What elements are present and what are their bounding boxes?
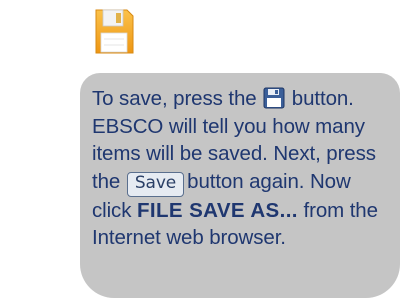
instruction-line-6: Internet web browser. bbox=[92, 226, 286, 249]
instruction-line-2: EBSCO will tell you how many bbox=[92, 114, 365, 138]
instruction-callout: To save, press the button. EBSCO will te… bbox=[80, 73, 400, 298]
floppy-disk-icon bbox=[94, 9, 134, 55]
instruction-line-5: click FILE SAVE AS... from the bbox=[92, 197, 392, 225]
instruction-text: the bbox=[92, 169, 121, 193]
save-button[interactable]: Save bbox=[126, 171, 185, 197]
instruction-line-1: To save, press the button. bbox=[92, 85, 392, 113]
instruction-text: button again. Now bbox=[187, 169, 351, 193]
instruction-line-3: items will be saved. Next, press bbox=[92, 142, 376, 165]
instruction-text: button. bbox=[291, 87, 354, 110]
instruction-line-4: the Save button again. Now bbox=[92, 168, 392, 197]
instruction-text: from the bbox=[303, 198, 379, 222]
file-save-as-command: FILE SAVE AS... bbox=[136, 198, 298, 222]
floppy-disk-icon bbox=[263, 87, 285, 109]
instruction-text: click bbox=[92, 198, 132, 222]
instruction-text: To save, press the bbox=[92, 87, 257, 110]
